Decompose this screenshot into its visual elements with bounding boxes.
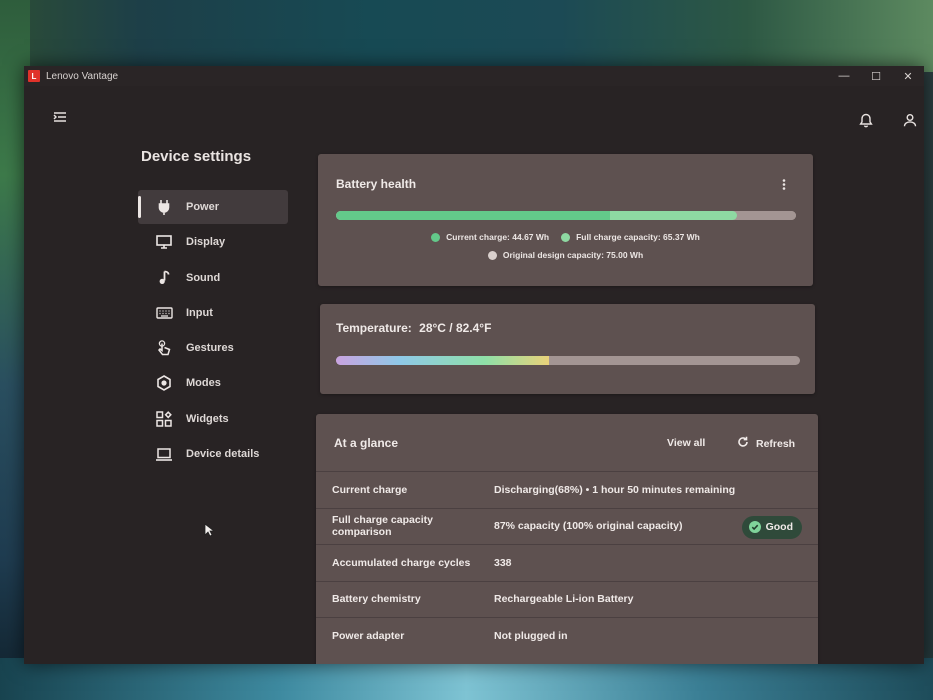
temperature-title: Temperature: 28°C / 82.4°F xyxy=(336,321,491,335)
sidebar-item-label: Widgets xyxy=(186,412,229,425)
sidebar-item-power[interactable]: Power xyxy=(138,190,288,224)
temperature-value: 28°C / 82.4°F xyxy=(419,321,492,335)
desktop-wallpaper-top xyxy=(0,0,933,72)
row-value: Not plugged in xyxy=(494,629,568,642)
notification-bell-icon[interactable] xyxy=(858,112,874,128)
current-charge-segment xyxy=(336,211,610,220)
sidebar-nav: Power Display Sound Input Gestures Modes… xyxy=(138,190,288,472)
legend-dot-design xyxy=(487,250,497,260)
table-row: Current charge Discharging(68%) • 1 hour… xyxy=(316,471,818,508)
at-a-glance-table: Current charge Discharging(68%) • 1 hour… xyxy=(316,471,818,654)
row-value: Discharging(68%) • 1 hour 50 minutes rem… xyxy=(494,483,736,496)
mouse-cursor-icon xyxy=(204,523,216,542)
top-actions xyxy=(858,112,918,128)
checkmark-icon xyxy=(748,521,761,533)
at-a-glance-card: At a glance View all Refresh Current cha… xyxy=(316,414,818,664)
sidebar-item-label: Gestures xyxy=(186,342,234,355)
row-label: Full charge capacity comparison xyxy=(332,514,433,539)
sidebar-item-label: Power xyxy=(186,201,220,213)
battery-capacity-bar xyxy=(336,211,796,220)
window-controls: — ☐ ✕ xyxy=(828,66,924,86)
legend-full-label: Full charge capacity: 65.37 Wh xyxy=(576,232,700,242)
table-row: Battery chemistry Rechargeable Li-ion Ba… xyxy=(316,580,818,618)
row-label: Current charge xyxy=(332,483,408,496)
page-title: Device settings xyxy=(141,148,252,165)
hand-gesture-icon xyxy=(154,338,174,358)
sidebar-item-modes[interactable]: Modes xyxy=(138,366,288,400)
refresh-label: Refresh xyxy=(756,437,796,450)
widgets-icon xyxy=(154,409,174,429)
battery-health-card: Battery health Current charge: 44.67 Wh … xyxy=(318,154,813,286)
menu-collapse-icon[interactable] xyxy=(52,110,68,124)
legend-design-label: Original design capacity: 75.00 Wh xyxy=(502,250,644,260)
legend-dot-current xyxy=(431,232,441,242)
sidebar-item-label: Sound xyxy=(186,271,221,284)
battery-health-title: Battery health xyxy=(336,177,417,191)
hexagon-icon xyxy=(154,373,174,393)
at-a-glance-title: At a glance xyxy=(334,436,399,450)
desktop-wallpaper-bottom xyxy=(0,658,933,700)
legend-dot-full xyxy=(561,232,571,242)
view-all-link[interactable]: View all xyxy=(667,437,705,449)
temperature-bar-fill xyxy=(336,356,550,365)
sidebar-item-label: Input xyxy=(186,306,213,319)
row-label: Power adapter xyxy=(332,629,405,642)
legend-design-capacity: Original design capacity: 75.00 Wh xyxy=(487,250,644,260)
minimize-button[interactable]: — xyxy=(828,66,860,86)
laptop-icon xyxy=(154,444,174,464)
sidebar-item-device-details[interactable]: Device details xyxy=(138,437,288,471)
status-badge: Good xyxy=(741,515,802,539)
sidebar-item-label: Device details xyxy=(186,448,260,461)
table-row: Power adapter Not plugged in xyxy=(316,617,818,654)
legend-current-label: Current charge: 44.67 Wh xyxy=(446,232,550,242)
legend-full-charge: Full charge capacity: 65.37 Wh xyxy=(561,232,700,242)
legend-current-charge: Current charge: 44.67 Wh xyxy=(431,232,549,242)
row-value: Rechargeable Li-ion Battery xyxy=(494,593,634,606)
title-bar: L Lenovo Vantage — ☐ ✕ xyxy=(24,66,924,86)
row-value: 338 xyxy=(494,556,512,569)
status-badge-label: Good xyxy=(765,521,793,533)
temperature-bar xyxy=(336,356,800,365)
app-title: Lenovo Vantage xyxy=(46,70,119,82)
music-note-icon xyxy=(154,268,174,288)
refresh-button[interactable]: Refresh xyxy=(737,436,795,451)
more-options-icon[interactable] xyxy=(779,177,789,191)
table-row: Full charge capacity comparison 87% capa… xyxy=(316,507,818,545)
app-window: L Lenovo Vantage — ☐ ✕ Device settings P… xyxy=(24,66,924,664)
sidebar-item-widgets[interactable]: Widgets xyxy=(138,402,288,436)
temperature-label: Temperature: xyxy=(336,321,412,335)
temperature-card: Temperature: 28°C / 82.4°F xyxy=(320,304,815,394)
monitor-icon xyxy=(154,232,174,252)
sidebar-item-label: Display xyxy=(186,236,226,249)
sidebar-item-display[interactable]: Display xyxy=(138,225,288,259)
maximize-button[interactable]: ☐ xyxy=(860,66,892,86)
sidebar-item-label: Modes xyxy=(186,377,221,390)
refresh-icon xyxy=(737,436,749,451)
sidebar-item-sound[interactable]: Sound xyxy=(138,261,288,295)
battery-legend-design: Original design capacity: 75.00 Wh xyxy=(318,250,813,260)
sidebar-item-input[interactable]: Input xyxy=(138,296,288,330)
row-label: Battery chemistry xyxy=(332,593,421,606)
battery-legend: Current charge: 44.67 Wh Full charge cap… xyxy=(318,232,813,242)
row-label: Accumulated charge cycles xyxy=(332,556,471,569)
app-logo: L xyxy=(28,70,40,82)
keyboard-icon xyxy=(154,303,174,323)
table-row: Accumulated charge cycles 338 xyxy=(316,544,818,581)
sidebar-item-gestures[interactable]: Gestures xyxy=(138,331,288,365)
at-a-glance-header: At a glance View all Refresh xyxy=(316,414,818,471)
close-button[interactable]: ✕ xyxy=(892,66,924,86)
power-plug-icon xyxy=(154,197,174,217)
user-account-icon[interactable] xyxy=(902,112,918,128)
